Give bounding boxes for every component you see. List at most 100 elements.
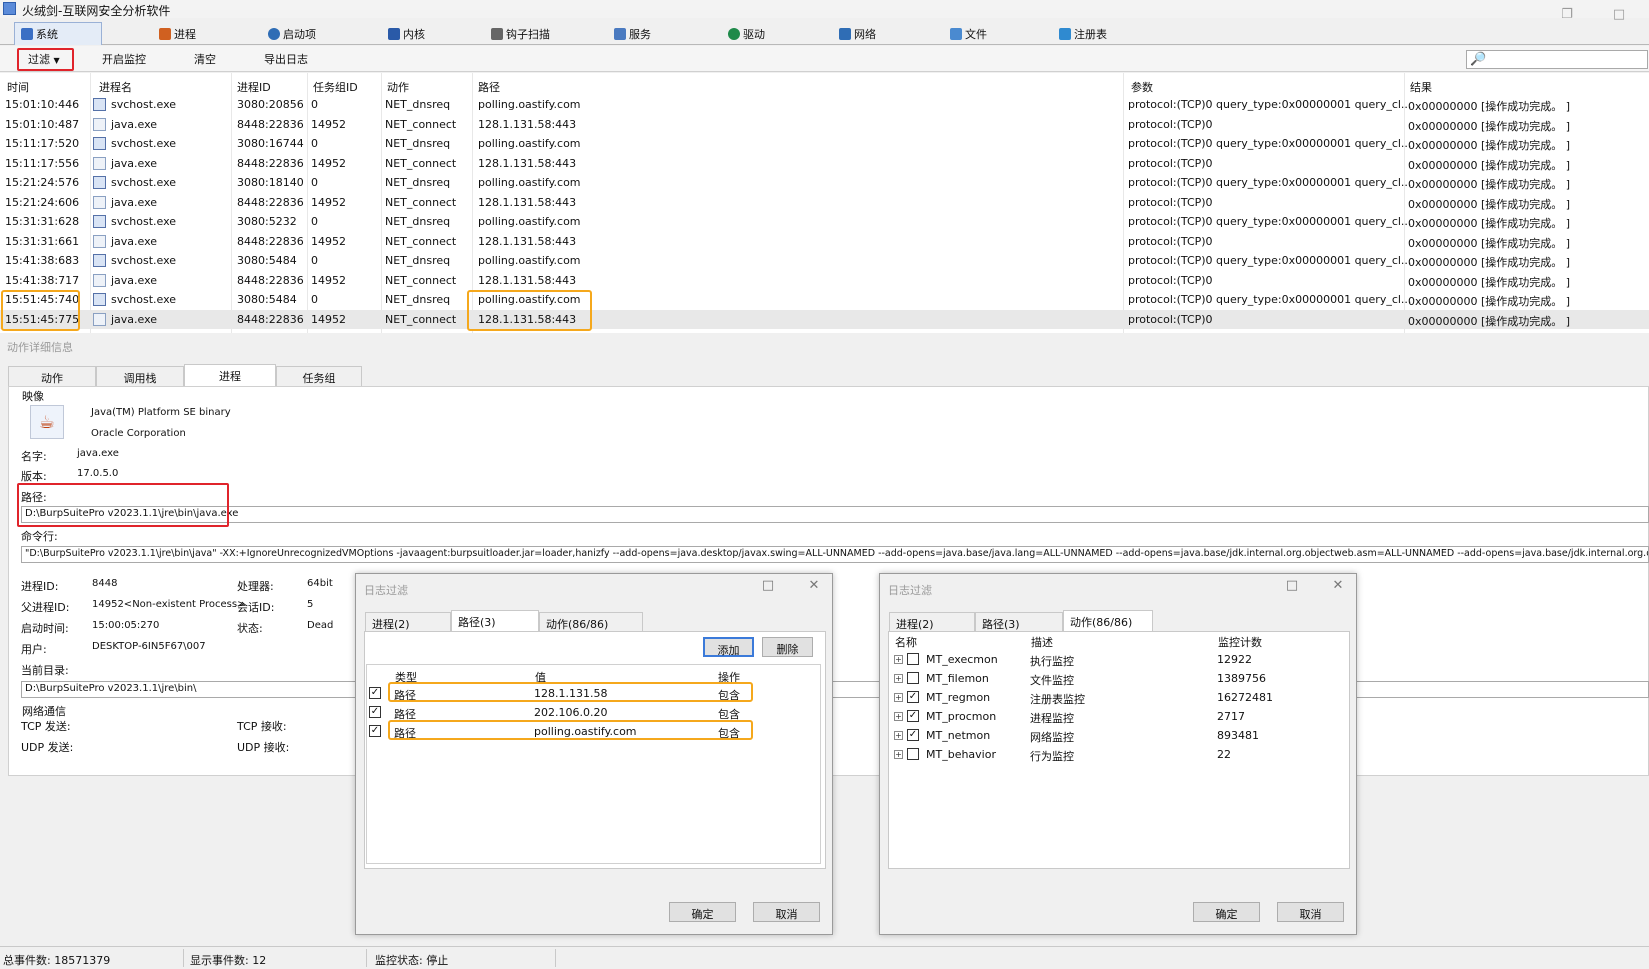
monitor-count: 12922 [1217, 653, 1252, 666]
tab-process[interactable]: 进程 [153, 23, 202, 44]
cancel-button[interactable]: 取消 [1277, 902, 1344, 922]
hook-icon [491, 28, 503, 40]
row-checkbox[interactable]: ✓ [369, 725, 381, 737]
cell-pid: 8448:22836 [237, 195, 304, 209]
table-row[interactable]: java.exe 15:01:10:487 8448:22836 14952 NET_c… [0, 115, 1649, 134]
cwd-field[interactable]: D:\BurpSuitePro v2023.1.1\jre\bin\ [21, 681, 1649, 698]
table-row[interactable]: svchost.exe 15:51:45:740 3080:5484 0 NET_dns… [0, 290, 1649, 309]
cell-action: NET_connect [385, 117, 457, 131]
start-monitor-button[interactable]: 开启监控 [102, 51, 146, 67]
cell-task: 0 [311, 215, 318, 228]
col-header-process[interactable]: 进程名 [99, 79, 132, 95]
filter-tab-action[interactable]: 动作(86/86) [1063, 610, 1153, 632]
window-title: 火绒剑-互联网安全分析软件 [22, 4, 171, 18]
expand-icon[interactable]: + [894, 712, 903, 721]
row-checkbox[interactable]: ✓ [907, 710, 919, 722]
detail-tab-action[interactable]: 动作 [8, 366, 96, 386]
row-checkbox[interactable] [907, 672, 919, 684]
clear-button[interactable]: 清空 [194, 51, 216, 67]
add-button[interactable]: 添加 [703, 637, 754, 657]
col-header-time[interactable]: 时间 [7, 79, 29, 95]
cell-task: 0 [311, 254, 318, 267]
cmdline-field[interactable]: "D:\BurpSuitePro v2023.1.1\jre\bin\java"… [21, 546, 1649, 563]
service-process-icon [93, 137, 106, 150]
table-row[interactable]: svchost.exe 15:41:38:683 3080:5484 0 NET_dns… [0, 251, 1649, 270]
filter-tab-path[interactable]: 路径(3) [975, 612, 1063, 632]
tab-registry[interactable]: 注册表 [1053, 23, 1113, 44]
table-row[interactable]: java.exe 15:51:45:775 8448:22836 14952 NET_c… [0, 309, 1649, 329]
cell-params: protocol:(TCP)0 query_type:0x00000001 qu… [1128, 293, 1412, 306]
cancel-button[interactable]: 取消 [753, 902, 820, 922]
tab-drivers[interactable]: 驱动 [722, 23, 771, 44]
cell-params: protocol:(TCP)0 query_type:0x00000001 qu… [1128, 137, 1412, 150]
col-header-params[interactable]: 参数 [1131, 79, 1153, 95]
title-bar: 火绒剑-互联网安全分析软件 ❐ □ [0, 0, 1649, 22]
cell-action: NET_connect [385, 312, 457, 326]
detail-tab-taskgroup[interactable]: 任务组 [276, 366, 362, 386]
table-row[interactable]: svchost.exe 15:31:31:628 3080:5232 0 NET_dns… [0, 212, 1649, 231]
table-row[interactable]: svchost.exe 15:21:24:576 3080:18140 0 NET_dn… [0, 173, 1649, 192]
close-icon[interactable]: ✕ [804, 578, 824, 594]
cell-path: 128.1.131.58:443 [478, 273, 577, 287]
monitor-count: 1389756 [1217, 672, 1266, 685]
filter-tab-process[interactable]: 进程(2) [365, 612, 451, 632]
expand-icon[interactable]: + [894, 731, 903, 740]
expand-icon[interactable]: + [894, 693, 903, 702]
detail-tab-callstack[interactable]: 调用栈 [96, 366, 184, 386]
col-header-action[interactable]: 动作 [387, 79, 409, 95]
maximize-icon[interactable]: □ [758, 578, 778, 594]
col-header-pid[interactable]: 进程ID [237, 79, 271, 95]
table-row[interactable]: svchost.exe 15:01:10:446 3080:20856 0 NET_dn… [0, 95, 1649, 114]
export-log-button[interactable]: 导出日志 [264, 51, 308, 67]
table-row[interactable]: svchost.exe 15:11:17:520 3080:16744 0 NET_dn… [0, 134, 1649, 153]
cell-time: 15:21:24:576 [5, 176, 80, 189]
row-checkbox[interactable]: ✓ [369, 706, 381, 718]
col-header-task[interactable]: 任务组ID [313, 79, 358, 95]
ppid-label: 父进程ID: [21, 601, 70, 614]
table-row[interactable]: java.exe 15:11:17:556 8448:22836 14952 NET_c… [0, 154, 1649, 173]
cell-path: polling.oastify.com [478, 176, 581, 189]
row-checkbox[interactable] [907, 653, 919, 665]
table-row[interactable]: java.exe 15:31:31:661 8448:22836 14952 NET_c… [0, 232, 1649, 251]
col-header-path[interactable]: 路径 [478, 79, 500, 95]
cell-path: 128.1.131.58:443 [478, 156, 577, 170]
maximize-icon[interactable]: □ [1282, 578, 1302, 594]
filter-button[interactable]: 过滤 ▼ [28, 51, 60, 67]
tab-system[interactable]: 系统 [14, 22, 102, 45]
col-header-result[interactable]: 结果 [1410, 79, 1432, 95]
filter-tab-path[interactable]: 路径(3) [451, 610, 539, 632]
ok-button[interactable]: 确定 [1193, 902, 1260, 922]
row-checkbox[interactable]: ✓ [907, 729, 919, 741]
shown-events: 显示事件数: 12 [190, 954, 267, 967]
detail-tab-process[interactable]: 进程 [184, 364, 276, 387]
cell-pid: 3080:5484 [237, 254, 297, 267]
filter-tab-action[interactable]: 动作(86/86) [539, 612, 643, 632]
close-icon[interactable]: ✕ [1328, 578, 1348, 594]
expand-icon[interactable]: + [894, 674, 903, 683]
tab-kernel[interactable]: 内核 [382, 23, 431, 44]
expand-icon[interactable]: + [894, 655, 903, 664]
row-checkbox[interactable]: ✓ [369, 687, 381, 699]
tab-hook-scan[interactable]: 钩子扫描 [485, 23, 556, 44]
expand-icon[interactable]: + [894, 750, 903, 759]
tab-files[interactable]: 文件 [944, 23, 993, 44]
monitor-name: MT_procmon [926, 710, 997, 723]
table-row[interactable]: java.exe 15:21:24:606 8448:22836 14952 NET_c… [0, 193, 1649, 212]
row-checkbox[interactable] [907, 748, 919, 760]
delete-button[interactable]: 删除 [762, 637, 813, 657]
cell-task: 0 [311, 98, 318, 111]
search-icon: 🔎 [1470, 52, 1487, 67]
row-checkbox[interactable]: ✓ [907, 691, 919, 703]
tab-services[interactable]: 服务 [608, 23, 657, 44]
search-input[interactable]: 🔎 [1466, 50, 1648, 69]
filter-tab-process[interactable]: 进程(2) [889, 612, 975, 632]
tab-network[interactable]: 网络 [833, 23, 882, 44]
path-field[interactable]: D:\BurpSuitePro v2023.1.1\jre\bin\java.e… [21, 506, 1649, 523]
ok-button[interactable]: 确定 [669, 902, 736, 922]
cell-time: 15:31:31:661 [5, 234, 80, 248]
tab-startup[interactable]: 启动项 [262, 23, 322, 44]
table-row[interactable]: java.exe 15:41:38:717 8448:22836 14952 NET_c… [0, 271, 1649, 290]
dialog-title: 日志过滤 [364, 584, 408, 597]
cell-action: NET_dnsreq [385, 254, 451, 267]
cell-path: 128.1.131.58:443 [478, 117, 577, 131]
